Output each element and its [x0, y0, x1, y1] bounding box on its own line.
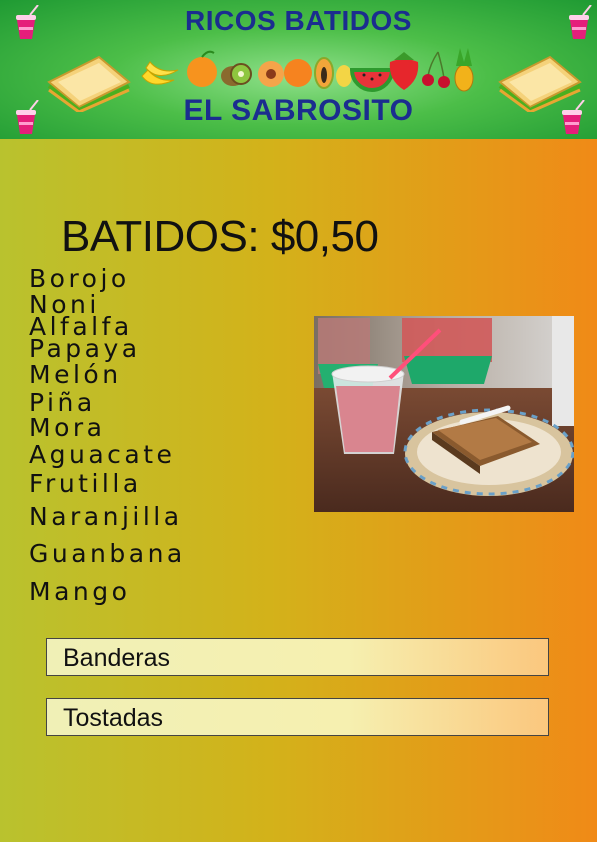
- header-banner: RICOS BATIDOS EL SABROSITO: [0, 0, 597, 139]
- smoothie-toast-photo: [314, 316, 574, 512]
- drink-cup-icon: [569, 5, 592, 39]
- menu-poster: RICOS BATIDOS EL SABROSITO BATIDOS: $0,5…: [0, 0, 597, 842]
- kiwi-icon: [221, 63, 252, 86]
- batidos-price-headline: BATIDOS: $0,50: [61, 212, 379, 261]
- papaya-icon: [314, 57, 334, 89]
- strawberry-icon: [389, 52, 419, 90]
- sandwich-icon: [498, 55, 582, 112]
- extra-item-label: Tostadas: [63, 704, 164, 732]
- drink-cup-icon: [16, 5, 39, 39]
- pineapple-icon: [454, 48, 474, 92]
- flavor-item: Melón: [29, 360, 122, 389]
- flavor-item: Frutilla: [29, 469, 142, 498]
- peach-icon: [258, 61, 284, 87]
- flavor-item: Aguacate: [29, 440, 176, 469]
- drink-cup-icon: [16, 100, 39, 134]
- banana-icon: [141, 61, 179, 85]
- flavor-item: Papaya: [29, 334, 141, 363]
- lemon-icon: [336, 65, 352, 87]
- extra-item-bar: Tostadas: [46, 698, 549, 736]
- flavor-item: Mango: [29, 577, 131, 606]
- flavor-item: Guanbana: [29, 539, 186, 568]
- title-top: RICOS BATIDOS: [185, 5, 412, 36]
- fruit-row: [141, 48, 474, 92]
- orange-icon: [187, 50, 217, 87]
- extra-item-bar: Banderas: [46, 638, 549, 676]
- flavor-item: Borojo: [29, 264, 130, 293]
- sandwich-icon: [47, 55, 131, 112]
- flavor-item: Naranjilla: [29, 502, 183, 531]
- extra-item-label: Banderas: [63, 644, 171, 672]
- flavor-item: Mora: [29, 413, 106, 442]
- cherry-icon: [422, 51, 450, 88]
- apricot-icon: [284, 59, 312, 87]
- watermelon-icon: [349, 68, 395, 92]
